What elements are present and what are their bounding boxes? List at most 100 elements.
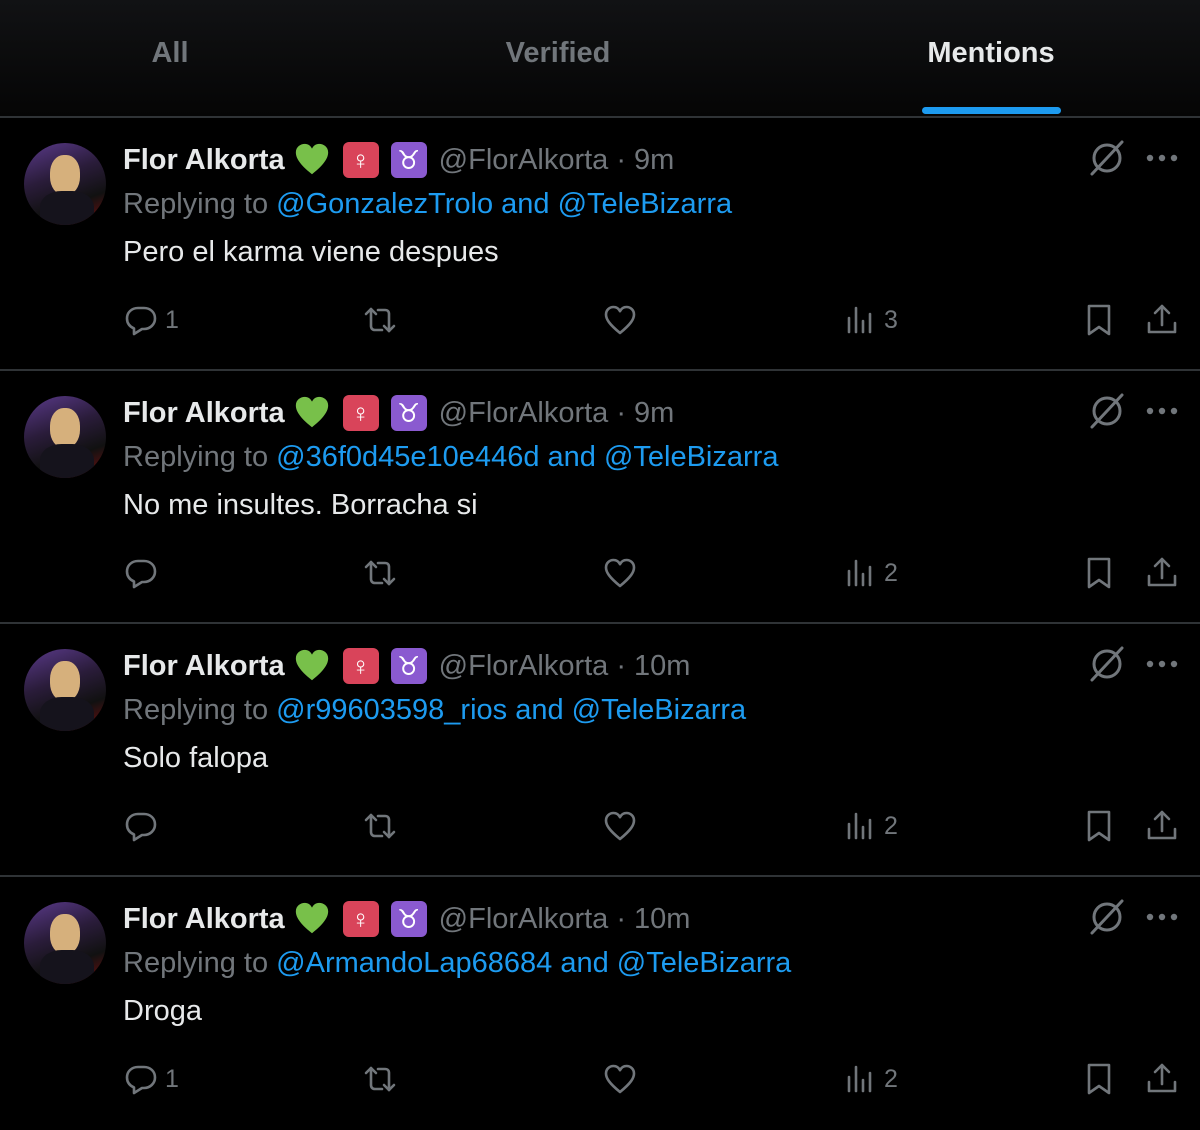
- views-button[interactable]: 2: [842, 804, 898, 848]
- female-sign-icon: ♀: [342, 901, 379, 937]
- replying-to-label: Replying to: [123, 441, 277, 473]
- tweet-actions: 1 3: [0, 298, 1200, 342]
- more-options-icon[interactable]: [1142, 138, 1182, 178]
- share-button[interactable]: [1144, 298, 1180, 342]
- analytics-icon: [847, 1065, 872, 1093]
- green-heart-icon: [293, 647, 331, 685]
- reply-count: 1: [165, 1064, 179, 1093]
- views-button[interactable]: 2: [842, 1057, 898, 1101]
- share-icon: [1147, 810, 1177, 840]
- views-button[interactable]: 2: [842, 551, 898, 595]
- tweet-time[interactable]: · 9m: [616, 397, 674, 430]
- analytics-icon: [847, 812, 872, 840]
- views-button[interactable]: 3: [842, 298, 898, 342]
- grok-icon[interactable]: [1087, 897, 1127, 937]
- author-handle[interactable]: @FlorAlkorta: [439, 144, 609, 177]
- share-icon: [1147, 557, 1177, 587]
- reply-mention-1[interactable]: @36f0d45e10e446d: [276, 441, 539, 473]
- active-tab-indicator: [922, 107, 1061, 114]
- tweet-actions: 2: [0, 804, 1200, 848]
- retweet-icon: [364, 560, 396, 586]
- bookmark-button[interactable]: [1081, 804, 1117, 848]
- bookmark-button[interactable]: [1081, 551, 1117, 595]
- tab-verified[interactable]: Verified: [358, 0, 758, 116]
- heart-icon: [604, 1064, 636, 1094]
- grok-icon[interactable]: [1087, 138, 1127, 178]
- tab-all[interactable]: All: [0, 0, 370, 116]
- reply-mention-1[interactable]: @ArmandoLap68684: [276, 947, 552, 979]
- tweet[interactable]: Flor Alkorta ♀ ♉ @FlorAlkorta · 10m Repl…: [0, 877, 1200, 1130]
- tweet-header: Flor Alkorta ♀ ♉ @FlorAlkorta · 9m: [123, 393, 674, 433]
- share-button[interactable]: [1144, 551, 1180, 595]
- reply-mention-2[interactable]: @TeleBizarra: [572, 694, 747, 726]
- bookmark-button[interactable]: [1081, 1057, 1117, 1101]
- taurus-icon: ♉: [390, 901, 427, 937]
- author-handle[interactable]: @FlorAlkorta: [439, 903, 609, 936]
- avatar[interactable]: [24, 649, 106, 731]
- tweet[interactable]: Flor Alkorta ♀ ♉ @FlorAlkorta · 9m Reply…: [0, 371, 1200, 624]
- author-handle[interactable]: @FlorAlkorta: [439, 397, 609, 430]
- tweet-time[interactable]: · 10m: [616, 650, 690, 683]
- grok-icon[interactable]: [1087, 391, 1127, 431]
- retweet-button[interactable]: [362, 551, 404, 595]
- reply-and: and: [539, 441, 604, 473]
- like-button[interactable]: [602, 804, 644, 848]
- avatar[interactable]: [24, 396, 106, 478]
- like-button[interactable]: [602, 1057, 644, 1101]
- taurus-icon: ♉: [390, 395, 427, 431]
- tweet-actions: 2: [0, 551, 1200, 595]
- grok-icon[interactable]: [1087, 644, 1127, 684]
- share-button[interactable]: [1144, 804, 1180, 848]
- view-count: 2: [884, 811, 898, 840]
- author-name[interactable]: Flor Alkorta: [123, 144, 285, 177]
- more-options-icon[interactable]: [1142, 897, 1182, 937]
- reply-mention-2[interactable]: @TeleBizarra: [604, 441, 779, 473]
- heart-icon: [604, 811, 636, 841]
- author-name[interactable]: Flor Alkorta: [123, 650, 285, 683]
- tweet-time[interactable]: · 9m: [616, 144, 674, 177]
- author-name[interactable]: Flor Alkorta: [123, 397, 285, 430]
- bookmark-button[interactable]: [1081, 298, 1117, 342]
- reply-mention-1[interactable]: @r99603598_rios: [276, 694, 507, 726]
- replying-to-label: Replying to: [123, 188, 277, 220]
- tweet-text: Pero el karma viene despues: [123, 236, 499, 268]
- bookmark-icon: [1087, 304, 1111, 336]
- tweet[interactable]: Flor Alkorta ♀ ♉ @FlorAlkorta · 9m Reply…: [0, 118, 1200, 371]
- reply-mention-1[interactable]: @GonzalezTrolo: [276, 188, 493, 220]
- reply-icon: [125, 812, 157, 842]
- reply-button[interactable]: 1: [123, 298, 179, 342]
- heart-icon: [604, 558, 636, 588]
- taurus-icon: ♉: [390, 142, 427, 178]
- reply-count: 1: [165, 305, 179, 334]
- green-heart-icon: [293, 394, 331, 432]
- retweet-button[interactable]: [362, 1057, 404, 1101]
- replying-to: Replying to @36f0d45e10e446d and @TeleBi…: [123, 441, 778, 474]
- reply-button[interactable]: [123, 551, 165, 595]
- female-sign-icon: ♀: [342, 648, 379, 684]
- more-options-icon[interactable]: [1142, 644, 1182, 684]
- author-name[interactable]: Flor Alkorta: [123, 903, 285, 936]
- avatar[interactable]: [24, 902, 106, 984]
- author-handle[interactable]: @FlorAlkorta: [439, 650, 609, 683]
- avatar[interactable]: [24, 143, 106, 225]
- replying-to-label: Replying to: [123, 947, 277, 979]
- bookmark-icon: [1087, 1063, 1111, 1095]
- reply-mention-2[interactable]: @TeleBizarra: [558, 188, 733, 220]
- tweet-time[interactable]: · 10m: [616, 903, 690, 936]
- tweet-text: Solo falopa: [123, 742, 269, 774]
- like-button[interactable]: [602, 298, 644, 342]
- retweet-button[interactable]: [362, 298, 404, 342]
- reply-mention-2[interactable]: @TeleBizarra: [617, 947, 792, 979]
- retweet-button[interactable]: [362, 804, 404, 848]
- more-options-icon[interactable]: [1142, 391, 1182, 431]
- tweet[interactable]: Flor Alkorta ♀ ♉ @FlorAlkorta · 10m Repl…: [0, 624, 1200, 877]
- analytics-icon: [847, 306, 872, 334]
- like-button[interactable]: [602, 551, 644, 595]
- reply-button[interactable]: [123, 804, 165, 848]
- tweet-actions: 1 2: [0, 1057, 1200, 1101]
- reply-button[interactable]: 1: [123, 1057, 179, 1101]
- share-button[interactable]: [1144, 1057, 1180, 1101]
- green-heart-icon: [293, 141, 331, 179]
- tab-mentions[interactable]: Mentions: [791, 0, 1191, 116]
- bookmark-icon: [1087, 557, 1111, 589]
